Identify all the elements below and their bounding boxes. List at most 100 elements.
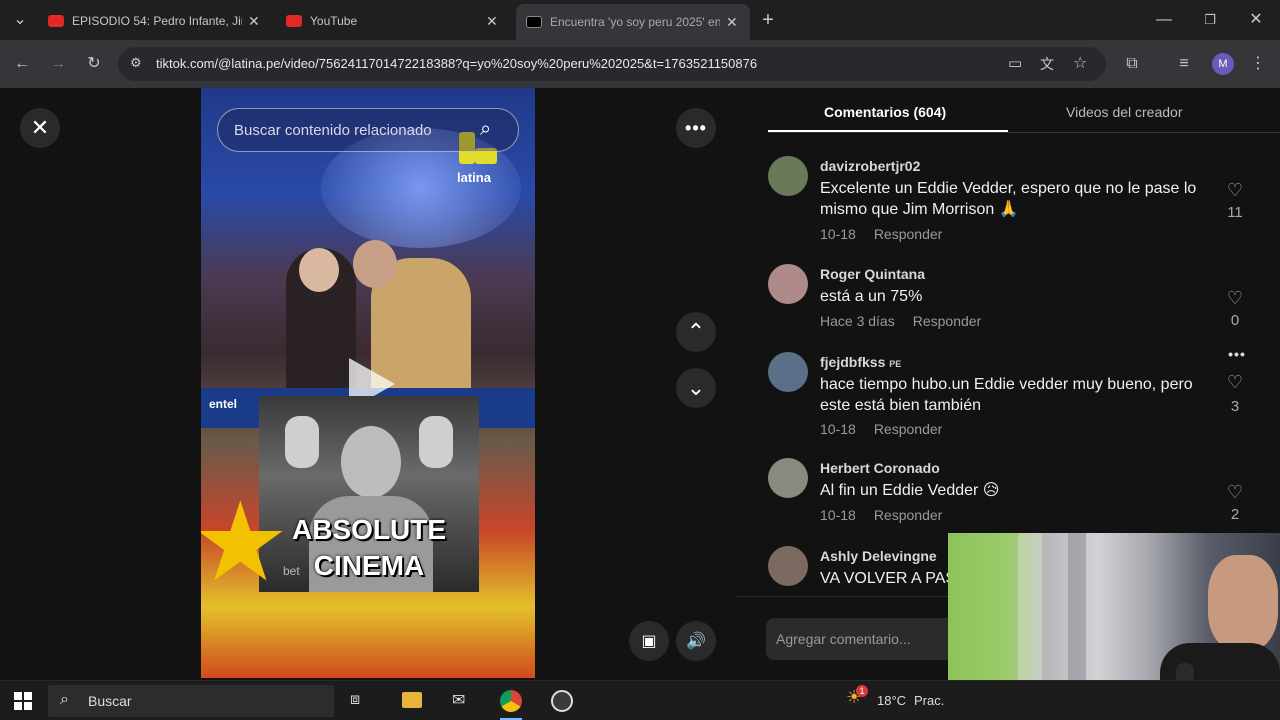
previous-video-chevron-up-icon[interactable]: ⌃: [676, 312, 716, 352]
comment-item: Herbert Coronado Al fin un Eddie Vedder …: [768, 458, 1248, 528]
taskbar-search-box[interactable]: ⌕ Buscar: [48, 685, 334, 717]
comment-meta: 10-18 Responder: [820, 226, 960, 242]
comment-meta: Hace 3 días Responder: [820, 313, 999, 329]
username-text: fjejdbfkss: [820, 354, 886, 370]
comment-meta: 10-18 Responder: [820, 421, 960, 437]
reload-icon[interactable]: ↻: [82, 52, 106, 76]
browser-toolbar: ← → ↻ ⚙ tiktok.com/@latina.pe/video/7562…: [0, 40, 1280, 88]
like-heart-icon[interactable]: ♡: [1222, 372, 1248, 393]
like-count: 3: [1230, 398, 1240, 415]
country-badge: PE: [889, 359, 902, 369]
close-icon[interactable]: ✕: [20, 108, 60, 148]
youtube-favicon-icon: [48, 15, 64, 27]
floating-player-icon[interactable]: ▣: [629, 621, 669, 661]
comment-text: Al fin un Eddie Vedder 😥: [820, 482, 1000, 499]
install-app-icon[interactable]: ▭: [1008, 54, 1022, 72]
video-player[interactable]: entel latina ABSOLUTE CINEMA bet ★ Busca…: [201, 88, 535, 678]
comment-username[interactable]: Herbert Coronado: [820, 460, 940, 476]
minimize-icon[interactable]: —: [1152, 8, 1176, 32]
menu-kebab-icon[interactable]: ⋮: [1246, 52, 1270, 76]
sponsor-text: entel: [209, 397, 238, 411]
tab-search-icon[interactable]: ⌄: [8, 8, 32, 32]
plus-icon[interactable]: +: [756, 8, 780, 32]
address-bar[interactable]: ⚙ tiktok.com/@latina.pe/video/7562411701…: [118, 47, 1106, 81]
media-controls-icon[interactable]: ≡: [1172, 52, 1196, 76]
close-window-icon[interactable]: ✕: [1244, 8, 1268, 32]
start-tile: [14, 702, 22, 710]
avatar[interactable]: [768, 264, 808, 304]
comment-username[interactable]: davizrobertjr02: [820, 158, 920, 174]
comment-item: fjejdbfkss PE hace tiempo hubo.un Eddie …: [768, 346, 1248, 442]
browser-tab-3[interactable]: Encuentra 'yo soy peru 2025' en ✕: [516, 4, 750, 40]
comment-username[interactable]: Roger Quintana: [820, 266, 925, 282]
close-tab-icon[interactable]: ✕: [248, 13, 260, 30]
start-tile: [14, 692, 22, 700]
meme-hand-left: [285, 416, 319, 468]
profile-avatar[interactable]: M: [1212, 53, 1234, 75]
restore-icon[interactable]: ❐: [1198, 8, 1222, 32]
meme-person-head: [341, 426, 401, 498]
like-heart-icon[interactable]: ♡: [1222, 288, 1248, 309]
translate-icon[interactable]: 文: [1040, 54, 1054, 74]
browser-tab-strip: ⌄ EPISODIO 54: Pedro Infante, Jim ✕ YouT…: [0, 0, 1280, 40]
streamer-head: [1208, 555, 1278, 651]
extensions-icon[interactable]: ⧉: [1120, 52, 1144, 76]
close-tab-icon[interactable]: ✕: [726, 14, 738, 31]
tab-comments[interactable]: Comentarios (604): [824, 104, 946, 120]
tab-creator-videos[interactable]: Videos del creador: [1066, 104, 1182, 120]
meme-text-line1: ABSOLUTE: [292, 514, 446, 545]
browser-tab-1[interactable]: EPISODIO 54: Pedro Infante, Jim ✕: [38, 6, 273, 36]
youtube-favicon-icon: [286, 15, 302, 27]
notification-badge: 1: [856, 685, 868, 697]
bookmark-star-icon[interactable]: ☆: [1073, 53, 1087, 73]
volume-icon[interactable]: 🔊: [676, 621, 716, 661]
avatar[interactable]: [768, 156, 808, 196]
stage-star: ★: [201, 481, 290, 604]
search-icon[interactable]: ⌕: [480, 118, 491, 141]
chrome-icon[interactable]: [500, 690, 522, 712]
search-placeholder: Buscar contenido relacionado: [234, 122, 432, 139]
windows-start-icon[interactable]: [14, 692, 32, 710]
tiktok-favicon-icon: [526, 16, 542, 28]
like-count: 11: [1227, 204, 1243, 221]
comment-more-icon[interactable]: •••: [1222, 346, 1252, 362]
avatar[interactable]: [768, 352, 808, 392]
comment-username[interactable]: fjejdbfkss PE: [820, 354, 901, 370]
weather-text: Prac.: [914, 693, 945, 708]
obs-icon[interactable]: [551, 690, 573, 712]
comment-text: hace tiempo hubo.un Eddie vedder muy bue…: [820, 376, 1193, 414]
related-search-input[interactable]: Buscar contenido relacionado ⌕: [217, 108, 519, 152]
comment-item: davizrobertjr02 Excelente un Eddie Vedde…: [768, 156, 1248, 246]
next-video-chevron-down-icon[interactable]: ⌄: [676, 368, 716, 408]
reply-link[interactable]: Responder: [913, 313, 982, 329]
url-text: tiktok.com/@latina.pe/video/756241170147…: [156, 56, 758, 71]
comment-text: Excelente un Eddie Vedder, espero que no…: [820, 180, 1197, 218]
tab-title: Encuentra 'yo soy peru 2025' en: [550, 15, 720, 29]
avatar[interactable]: [768, 458, 808, 498]
back-arrow-icon[interactable]: ←: [10, 52, 34, 76]
file-explorer-icon[interactable]: [402, 692, 422, 708]
app-icon[interactable]: ✉: [452, 690, 465, 710]
browser-tab-2[interactable]: YouTube ✕: [276, 6, 511, 36]
more-options-icon[interactable]: •••: [676, 108, 716, 148]
comment-date: 10-18: [820, 421, 856, 437]
windows-taskbar: ⌕ Buscar ⧈ ✉ ☀ 1 18°C Prac.: [0, 680, 1280, 720]
reply-link[interactable]: Responder: [874, 507, 943, 523]
forward-arrow-icon[interactable]: →: [46, 52, 70, 76]
like-heart-icon[interactable]: ♡: [1222, 482, 1248, 503]
add-comment-placeholder: Agregar comentario...: [776, 631, 911, 647]
brand-logo-text: latina: [457, 170, 491, 185]
comment-item: Roger Quintana está a un 75% Hace 3 días…: [768, 264, 1248, 334]
reply-link[interactable]: Responder: [874, 226, 943, 242]
avatar[interactable]: [768, 546, 808, 586]
start-tile: [24, 692, 32, 700]
tab-divider: [768, 132, 1280, 133]
task-view-icon[interactable]: ⧈: [350, 691, 360, 709]
site-info-icon[interactable]: ⚙: [130, 55, 142, 71]
comment-date: Hace 3 días: [820, 313, 895, 329]
taskbar-search-label: Buscar: [88, 693, 132, 709]
reply-link[interactable]: Responder: [874, 421, 943, 437]
close-tab-icon[interactable]: ✕: [486, 13, 498, 30]
comment-username[interactable]: Ashly Delevingne: [820, 548, 937, 564]
like-heart-icon[interactable]: ♡: [1222, 180, 1248, 201]
